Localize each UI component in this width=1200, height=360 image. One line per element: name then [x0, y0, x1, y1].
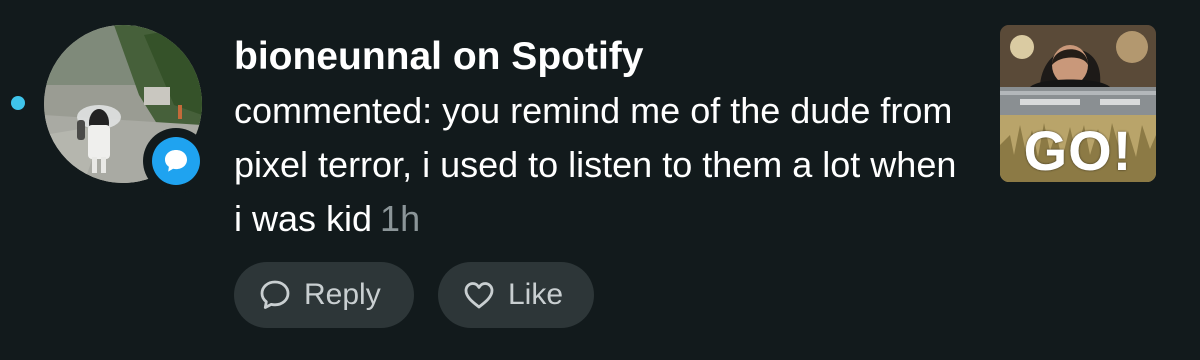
speech-bubble-icon [260, 280, 290, 309]
comment-bubble-icon [152, 137, 200, 185]
like-label: Like [508, 278, 564, 311]
notification-title[interactable]: bioneunnal on Spotify [234, 30, 974, 84]
notification-row[interactable]: bioneunnal on Spotify commented: you rem… [0, 0, 1200, 360]
unread-indicator [11, 96, 25, 110]
like-button[interactable]: Like [438, 262, 594, 328]
heart-icon [464, 282, 494, 309]
comment-text: commented: you remind me of the dude fro… [234, 90, 957, 239]
reply-label: Reply [304, 278, 381, 311]
timestamp: 1h [380, 198, 421, 239]
reply-button[interactable]: Reply [234, 262, 414, 328]
video-thumbnail[interactable]: GO! [1000, 25, 1156, 182]
notification-text: bioneunnal on Spotify commented: you rem… [234, 30, 974, 246]
thumbnail-overlay-text: GO! [1023, 119, 1133, 182]
comment-badge [143, 128, 209, 194]
notification-comment: commented: you remind me of the dude fro… [234, 84, 974, 246]
